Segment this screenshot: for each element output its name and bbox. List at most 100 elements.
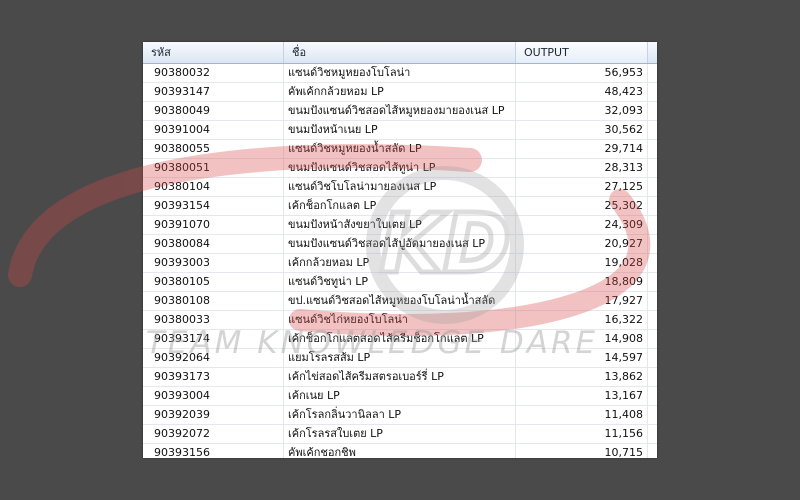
cell-filler xyxy=(648,159,657,177)
table-row[interactable]: 90393174 เค้กช็อกโกแลตสอดไส้ครีมช็อกโกแลต… xyxy=(143,330,657,349)
table-row[interactable]: 90380055 แซนด์วิชหมูหยองน้ำสลัด LP 29,714 xyxy=(143,140,657,159)
cell-filler xyxy=(648,273,657,291)
cell-name: แซนด์วิชหมูหยองโบโลน่า xyxy=(284,64,516,82)
cell-output: 10,715 xyxy=(516,444,648,458)
cell-filler xyxy=(648,349,657,367)
table-row[interactable]: 90380032 แซนด์วิชหมูหยองโบโลน่า 56,953 xyxy=(143,64,657,83)
cell-code: 90393173 xyxy=(143,368,284,386)
cell-code: 90392072 xyxy=(143,425,284,443)
cell-code: 90391070 xyxy=(143,216,284,234)
cell-code: 90393174 xyxy=(143,330,284,348)
cell-output: 14,597 xyxy=(516,349,648,367)
cell-output: 29,714 xyxy=(516,140,648,158)
cell-output: 13,167 xyxy=(516,387,648,405)
table-row[interactable]: 90391004 ขนมปังหน้าเนย LP 30,562 xyxy=(143,121,657,140)
cell-output: 56,953 xyxy=(516,64,648,82)
cell-code: 90393003 xyxy=(143,254,284,272)
table-row[interactable]: 90380108 ขป.แซนด์วิชสอดไส้หมูหยองโบโลน่าน… xyxy=(143,292,657,311)
cell-code: 90393154 xyxy=(143,197,284,215)
table-row[interactable]: 90380049 ขนมปังแซนด์วิชสอดไส้หมูหยองมายอง… xyxy=(143,102,657,121)
cell-filler xyxy=(648,292,657,310)
table-row[interactable]: 90392039 เค้กโรลกลิ่นวานิลลา LP 11,408 xyxy=(143,406,657,425)
cell-filler xyxy=(648,406,657,424)
cell-output: 16,322 xyxy=(516,311,648,329)
cell-name: แซนด์วิชโบโลน่ามายองเนส LP xyxy=(284,178,516,196)
cell-name: เค้กไข่สอดไส้ครีมสตรอเบอร์รี่ LP xyxy=(284,368,516,386)
cell-filler xyxy=(648,64,657,82)
cell-name: แซนด์วิชหมูหยองน้ำสลัด LP xyxy=(284,140,516,158)
table-row[interactable]: 90392064 แยมโรลรสส้ม LP 14,597 xyxy=(143,349,657,368)
column-header-output[interactable]: OUTPUT xyxy=(516,42,648,63)
column-header-filler xyxy=(648,42,657,63)
cell-output: 20,927 xyxy=(516,235,648,253)
table-row[interactable]: 90392072 เค้กโรลรสใบเตย LP 11,156 xyxy=(143,425,657,444)
cell-code: 90393147 xyxy=(143,83,284,101)
cell-code: 90391004 xyxy=(143,121,284,139)
cell-filler xyxy=(648,121,657,139)
cell-output: 14,908 xyxy=(516,330,648,348)
cell-name: ขนมปังแซนด์วิชสอดไส้ทูน่า LP xyxy=(284,159,516,177)
table-row[interactable]: 90393154 เค้กช็อกโกแลต LP 25,302 xyxy=(143,197,657,216)
cell-code: 90380049 xyxy=(143,102,284,120)
cell-code: 90380055 xyxy=(143,140,284,158)
cell-name: คัพเค้กชอกชิพ xyxy=(284,444,516,458)
cell-filler xyxy=(648,254,657,272)
column-header-name[interactable]: ชื่อ xyxy=(284,42,516,63)
cell-filler xyxy=(648,368,657,386)
cell-filler xyxy=(648,83,657,101)
cell-output: 32,093 xyxy=(516,102,648,120)
cell-code: 90392064 xyxy=(143,349,284,367)
cell-name: ขนมปังแซนด์วิชสอดไส้ปูอัดมายองเนส LP xyxy=(284,235,516,253)
table-row[interactable]: 90380104 แซนด์วิชโบโลน่ามายองเนส LP 27,125 xyxy=(143,178,657,197)
cell-name: เค้กเนย LP xyxy=(284,387,516,405)
cell-filler xyxy=(648,330,657,348)
cell-name: ขนมปังหน้าเนย LP xyxy=(284,121,516,139)
cell-name: ขนมปังหน้าสังขยาใบเตย LP xyxy=(284,216,516,234)
cell-filler xyxy=(648,216,657,234)
cell-filler xyxy=(648,102,657,120)
cell-output: 48,423 xyxy=(516,83,648,101)
table-row[interactable]: 90393156 คัพเค้กชอกชิพ 10,715 xyxy=(143,444,657,458)
cell-output: 18,809 xyxy=(516,273,648,291)
cell-output: 11,408 xyxy=(516,406,648,424)
cell-code: 90380104 xyxy=(143,178,284,196)
cell-filler xyxy=(648,197,657,215)
cell-name: เค้กช็อกโกแลตสอดไส้ครีมช็อกโกแลต LP xyxy=(284,330,516,348)
table-row[interactable]: 90391070 ขนมปังหน้าสังขยาใบเตย LP 24,309 xyxy=(143,216,657,235)
table-row[interactable]: 90393147 คัพเค้กกล้วยหอม LP 48,423 xyxy=(143,83,657,102)
cell-filler xyxy=(648,387,657,405)
cell-code: 90393004 xyxy=(143,387,284,405)
cell-output: 19,028 xyxy=(516,254,648,272)
cell-code: 90380105 xyxy=(143,273,284,291)
table-row[interactable]: 90380051 ขนมปังแซนด์วิชสอดไส้ทูน่า LP 28,3… xyxy=(143,159,657,178)
column-header-code[interactable]: รหัส xyxy=(143,42,284,63)
cell-output: 28,313 xyxy=(516,159,648,177)
cell-name: ขนมปังแซนด์วิชสอดไส้หมูหยองมายองเนส LP xyxy=(284,102,516,120)
cell-filler xyxy=(648,235,657,253)
cell-output: 17,927 xyxy=(516,292,648,310)
table-row[interactable]: 90393173 เค้กไข่สอดไส้ครีมสตรอเบอร์รี่ LP… xyxy=(143,368,657,387)
table-row[interactable]: 90380033 แซนด์วิชไก่หยองโบโลน่า 16,322 xyxy=(143,311,657,330)
cell-name: เค้กช็อกโกแลต LP xyxy=(284,197,516,215)
cell-output: 30,562 xyxy=(516,121,648,139)
cell-filler xyxy=(648,444,657,458)
cell-code: 90392039 xyxy=(143,406,284,424)
table-row[interactable]: 90380105 แซนด์วิชทูน่า LP 18,809 xyxy=(143,273,657,292)
cell-output: 13,862 xyxy=(516,368,648,386)
cell-name: แยมโรลรสส้ม LP xyxy=(284,349,516,367)
cell-name: เค้กโรลกลิ่นวานิลลา LP xyxy=(284,406,516,424)
grid-header: รหัส ชื่อ OUTPUT xyxy=(143,42,657,64)
cell-output: 24,309 xyxy=(516,216,648,234)
cell-output: 11,156 xyxy=(516,425,648,443)
cell-name: ขป.แซนด์วิชสอดไส้หมูหยองโบโลน่าน้ำสลัด xyxy=(284,292,516,310)
table-row[interactable]: 90393003 เค้กกล้วยหอม LP 19,028 xyxy=(143,254,657,273)
cell-name: แซนด์วิชไก่หยองโบโลน่า xyxy=(284,311,516,329)
table-row[interactable]: 90393004 เค้กเนย LP 13,167 xyxy=(143,387,657,406)
cell-name: คัพเค้กกล้วยหอม LP xyxy=(284,83,516,101)
data-grid: รหัส ชื่อ OUTPUT 90380032 แซนด์วิชหมูหยอง… xyxy=(143,42,657,458)
table-row[interactable]: 90380084 ขนมปังแซนด์วิชสอดไส้ปูอัดมายองเน… xyxy=(143,235,657,254)
cell-code: 90380084 xyxy=(143,235,284,253)
cell-code: 90380032 xyxy=(143,64,284,82)
cell-filler xyxy=(648,425,657,443)
cell-code: 90380108 xyxy=(143,292,284,310)
